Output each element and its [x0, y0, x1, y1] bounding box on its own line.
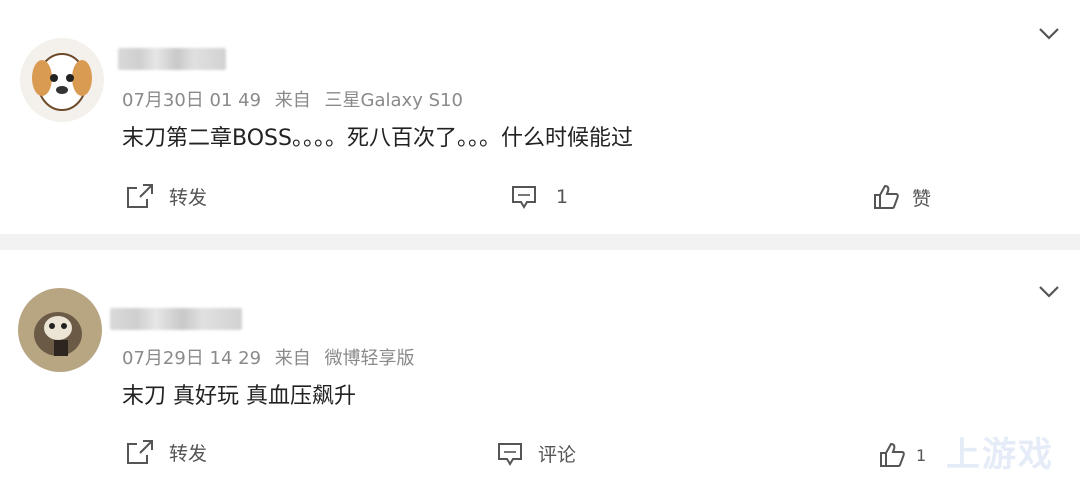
comment-button[interactable]: 评论	[496, 440, 576, 467]
comment-icon	[512, 186, 536, 209]
post-source[interactable]: 微博轻享版	[325, 348, 415, 369]
post-time: 07月30日 01 49	[122, 90, 262, 111]
username-redacted	[110, 308, 242, 330]
chevron-down-icon[interactable]	[1038, 285, 1060, 299]
avatar[interactable]	[18, 288, 102, 372]
post-divider	[0, 234, 1080, 250]
source-prefix: 来自	[274, 348, 311, 369]
post-meta: 07月29日 14 29 来自 微博轻享版	[122, 344, 415, 370]
comment-button[interactable]: 1	[510, 184, 568, 210]
post-meta: 07月30日 01 49 来自 三星Galaxy S10	[122, 86, 463, 112]
watermark-logo: 上游戏	[946, 435, 1054, 475]
like-button[interactable]: 赞	[872, 183, 931, 211]
post-time: 07月29日 14 29	[122, 348, 262, 369]
repost-icon	[127, 184, 153, 208]
thumbs-up-icon	[880, 442, 905, 467]
post-content: 末刀 真好玩 真血压飙升	[122, 384, 356, 409]
comment-label: 评论	[538, 444, 577, 466]
like-label: 赞	[912, 187, 932, 210]
weibo-post-2: 07月29日 14 29 来自 微博轻享版 末刀 真好玩 真血压飙升 转发 评论…	[0, 250, 1080, 484]
username-redacted	[118, 48, 226, 70]
chevron-down-icon[interactable]	[1038, 27, 1060, 41]
source-prefix: 来自	[274, 90, 311, 111]
thumbs-up-icon	[874, 184, 899, 209]
like-count: 1	[916, 445, 927, 465]
repost-button[interactable]: 转发	[125, 182, 207, 210]
avatar[interactable]	[20, 38, 104, 122]
weibo-post-1: 07月30日 01 49 来自 三星Galaxy S10 末刀第二章BOSS。。…	[0, 0, 1080, 234]
comment-count: 1	[556, 186, 569, 208]
like-button[interactable]: 1	[878, 441, 926, 469]
repost-label: 转发	[169, 186, 208, 209]
post-source[interactable]: 三星Galaxy S10	[325, 90, 463, 111]
repost-label: 转发	[169, 442, 208, 465]
comment-icon	[498, 442, 522, 466]
repost-button[interactable]: 转发	[125, 438, 207, 466]
repost-icon	[127, 440, 153, 464]
post-content: 末刀第二章BOSS。。。。死八百次了。。。什么时候能过	[122, 126, 633, 151]
